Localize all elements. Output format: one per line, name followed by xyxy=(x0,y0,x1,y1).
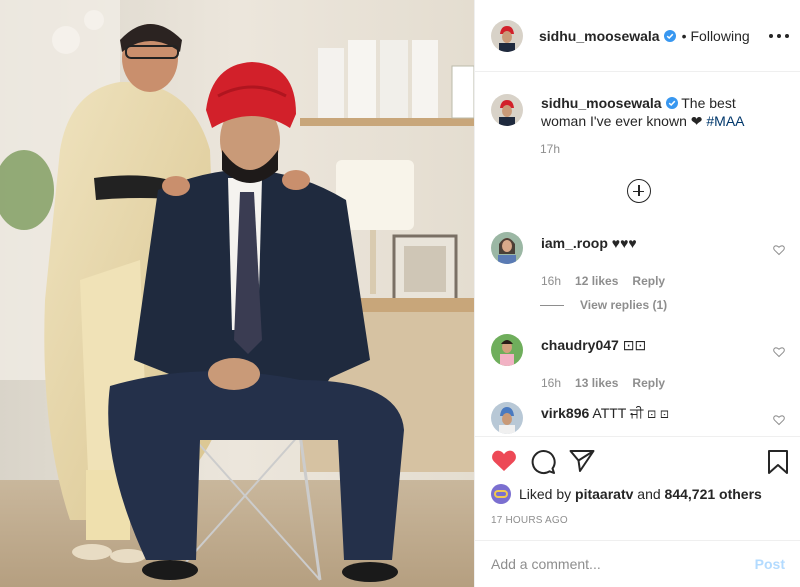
liker-avatar[interactable] xyxy=(491,484,511,504)
caption: sidhu_moosewala The best woman I've ever… xyxy=(491,94,785,130)
liked-by-user[interactable]: pitaaratv xyxy=(575,486,633,502)
caption-username[interactable]: sidhu_moosewala xyxy=(541,95,662,111)
comment-username[interactable]: virk896 xyxy=(541,405,589,421)
save-bookmark-icon[interactable] xyxy=(767,449,789,475)
comment-like-heart-icon[interactable] xyxy=(773,414,785,426)
post-header: sidhu_moosewala • Following xyxy=(475,0,800,72)
commenter-avatar[interactable] xyxy=(491,402,523,434)
add-comment-input[interactable] xyxy=(491,556,755,572)
caption-time[interactable]: 17h xyxy=(540,142,560,156)
comment-text: ⊡⊡ xyxy=(622,337,647,353)
comment-username[interactable]: iam_.roop xyxy=(541,235,608,251)
separator-dot: • xyxy=(681,27,687,44)
instagram-post-view: sidhu_moosewala • Following sidhu_moosew… xyxy=(0,0,800,587)
comment-item: chaudry047 ⊡⊡ 16h 13 likes Reply xyxy=(491,334,785,390)
post-timestamp[interactable]: 17 HOURS AGO xyxy=(491,515,568,526)
comment-item: virk896 ATTT ਜੀ ⊡ ⊡ xyxy=(491,402,785,434)
verified-badge-icon xyxy=(663,29,676,42)
action-icons xyxy=(491,449,791,475)
comment-like-heart-icon[interactable] xyxy=(773,346,785,358)
liked-by: Liked by pitaaratv and 844,721 others xyxy=(491,484,762,504)
likes-count[interactable]: 844,721 others xyxy=(665,486,762,502)
like-heart-icon[interactable] xyxy=(491,449,517,473)
comment-icon[interactable] xyxy=(530,449,556,475)
comment-meta: 16h 12 likes Reply xyxy=(541,274,785,288)
author-username-text[interactable]: sidhu_moosewala xyxy=(539,28,660,44)
commenter-avatar[interactable] xyxy=(491,232,523,264)
share-icon[interactable] xyxy=(569,449,595,473)
load-more-comments-icon[interactable] xyxy=(627,179,651,203)
comment-like-heart-icon[interactable] xyxy=(773,244,785,256)
liked-by-prefix: Liked by xyxy=(519,486,572,502)
comment-item: iam_.roop ♥♥♥ 16h 12 likes Reply xyxy=(491,232,785,288)
caption-avatar[interactable] xyxy=(491,94,523,126)
post-photo[interactable] xyxy=(0,0,474,587)
author-avatar[interactable] xyxy=(491,19,523,52)
verified-badge-icon xyxy=(665,97,678,109)
comment-meta: 16h 13 likes Reply xyxy=(541,376,785,390)
comment-text: ATTT ਜੀ ⊡ ⊡ xyxy=(592,405,669,421)
post-actions: Liked by pitaaratv and 844,721 others 17… xyxy=(475,436,800,532)
comment-time[interactable]: 16h xyxy=(541,376,561,390)
view-replies-link[interactable]: View replies (1) xyxy=(540,298,667,312)
view-replies-text[interactable]: View replies (1) xyxy=(580,298,667,312)
caption-hashtag[interactable]: #MAA xyxy=(706,113,744,129)
add-comment-bar: Post xyxy=(475,540,800,587)
comment-time[interactable]: 16h xyxy=(541,274,561,288)
following-button[interactable]: Following xyxy=(691,28,750,44)
comment-username[interactable]: chaudry047 xyxy=(541,337,619,353)
author-username[interactable]: sidhu_moosewala xyxy=(539,28,676,44)
post-side-panel: sidhu_moosewala • Following sidhu_moosew… xyxy=(474,0,800,587)
commenter-avatar[interactable] xyxy=(491,334,523,366)
post-comment-button[interactable]: Post xyxy=(755,556,785,572)
comment-text: ♥♥♥ xyxy=(611,235,637,251)
liked-by-middle: and xyxy=(637,486,661,502)
comment-likes[interactable]: 12 likes xyxy=(575,274,618,288)
reply-button[interactable]: Reply xyxy=(632,376,665,390)
comment-likes[interactable]: 13 likes xyxy=(575,376,618,390)
more-options-icon[interactable] xyxy=(769,26,789,46)
replies-divider-line xyxy=(540,304,564,306)
reply-button[interactable]: Reply xyxy=(632,274,665,288)
comments-list[interactable]: sidhu_moosewala The best woman I've ever… xyxy=(475,72,800,436)
